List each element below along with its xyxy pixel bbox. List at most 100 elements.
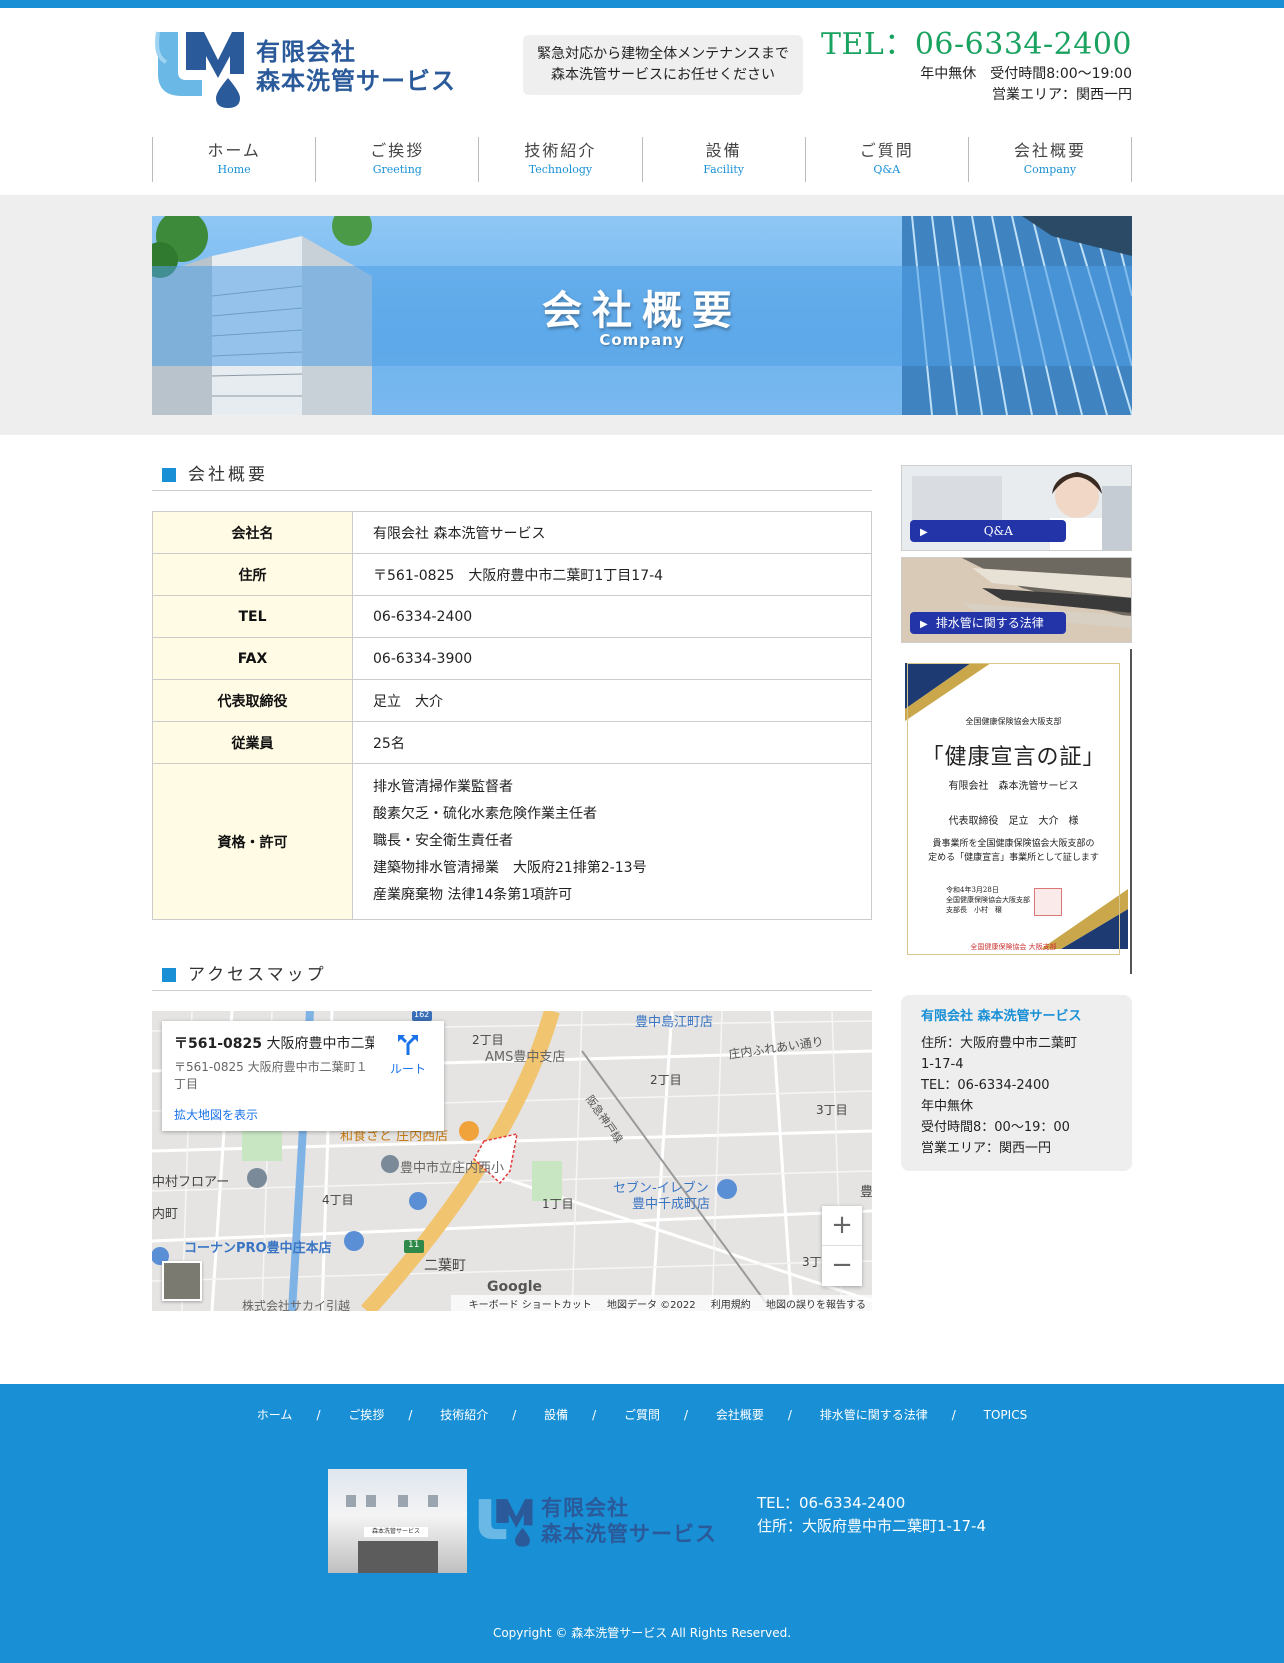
footer-separator: /	[684, 1408, 689, 1422]
terms-link[interactable]: 利用規約	[711, 1300, 751, 1311]
map-attribution: キーボード ショートカット 地図データ ©2022 利用規約 地図の誤りを報告す…	[450, 1295, 872, 1311]
row-label: 従業員	[152, 721, 353, 764]
nav-label: ホーム	[207, 141, 261, 160]
license-item: 建築物排水管清掃業 大阪府21排第2-13号	[373, 860, 647, 876]
section-title-text: アクセスマップ	[188, 965, 327, 985]
sidebar-banner-law[interactable]: ▶ 排水管に関する法律	[901, 557, 1132, 643]
header-area: 営業エリア：関西一円	[992, 87, 1132, 103]
nav-item-facility[interactable]: 設備 Facility	[641, 137, 805, 182]
footer-separator: /	[316, 1408, 321, 1422]
office-building-photo: 森本洗管サービス	[328, 1469, 467, 1573]
logo-text: 有限会社 森本洗管サービス	[256, 38, 456, 96]
nav-label: ご挨拶	[370, 141, 425, 160]
side-address-line2: 1-17-4	[921, 1057, 964, 1072]
map-label: 4丁目	[322, 1193, 354, 1207]
catchphrase-box: 緊急対応から建物全体メンテナンスまで 森本洗管サービスにお任せください	[523, 35, 803, 95]
footer-link-law[interactable]: 排水管に関する法律	[820, 1408, 928, 1422]
map-card-address: 〒561-0825 大阪府豊中市二葉町１丁目	[174, 1060, 368, 1091]
row-label: 代表取締役	[152, 679, 353, 722]
view-larger-map-link[interactable]: 拡大地図を表示	[174, 1106, 432, 1123]
footer-separator: /	[951, 1408, 956, 1422]
zoom-in-button[interactable]: +	[822, 1206, 862, 1246]
table-row: 会社名 有限会社 森本洗管サービス	[152, 511, 872, 554]
nav-label: 会社概要	[1013, 141, 1086, 160]
map-label: 株式会社サカイ引越	[242, 1299, 351, 1311]
table-row: 従業員 25名	[152, 721, 872, 764]
nav-item-company[interactable]: 会社概要 Company	[967, 137, 1133, 182]
license-item: 酸素欠乏・硫化水素危険作業主任者	[373, 806, 597, 822]
section-title-access: アクセスマップ	[152, 963, 872, 991]
map-label: 内町	[152, 1207, 179, 1222]
qa-label: Q&A	[983, 524, 1013, 538]
cert-text: 貴事業所を全国健康保険協会大阪支部の 定める「健康宣言」事業所として証します	[908, 837, 1119, 865]
map-label: 二葉町	[424, 1258, 466, 1274]
footer-logo-text: 有限会社 森本洗管サービス	[541, 1495, 717, 1547]
seal-stamp-icon	[1034, 888, 1062, 916]
footer-link-qa[interactable]: ご質問	[624, 1408, 660, 1422]
nav-sublabel: Q&A	[873, 163, 901, 176]
footer-link-greeting[interactable]: ご挨拶	[348, 1408, 384, 1422]
map-label: 2丁目	[472, 1033, 504, 1047]
cert-org: 全国健康保険協会大阪支部	[965, 717, 1062, 726]
map-label: 11	[408, 1240, 420, 1250]
map-zoom-controls: + −	[822, 1206, 862, 1286]
sidebar-company-info: 有限会社 森本洗管サービス 住所：大阪府豊中市二葉町 1-17-4 TEL：06…	[901, 995, 1132, 1171]
footer-address: 住所：大阪府豊中市二葉町1-17-4	[757, 1517, 987, 1535]
side-area: 営業エリア：関西一円	[921, 1141, 1052, 1156]
side-address-line1: 住所：大阪府豊中市二葉町	[921, 1036, 1078, 1051]
route-button[interactable]: ルート	[384, 1033, 432, 1077]
nav-item-home[interactable]: ホーム Home	[152, 137, 315, 182]
footer-link-topics[interactable]: TOPICS	[984, 1408, 1028, 1422]
footer-nav: ホーム / ご挨拶 / 技術紹介 / 設備 / ご質問 / 会社概要 / 排水管に関する法律…	[0, 1406, 1284, 1423]
section-title-text: 会社概要	[188, 465, 268, 485]
map-label: 中村フロアー	[152, 1175, 230, 1190]
logo-text-line1: 有限会社	[256, 38, 356, 66]
play-arrow-icon: ▶	[920, 619, 928, 630]
footer-link-company[interactable]: 会社概要	[716, 1408, 764, 1422]
site-logo[interactable]: 有限会社 森本洗管サービス	[152, 26, 487, 108]
side-hours: 受付時間8：00～19：00	[921, 1120, 1070, 1135]
keyboard-shortcuts-link[interactable]: キーボード ショートカット	[469, 1300, 592, 1311]
footer-logo-line1: 有限会社	[541, 1496, 629, 1520]
row-value: 足立 大介	[352, 679, 872, 722]
footer-separator: /	[787, 1408, 792, 1422]
map-label: 3丁	[802, 1255, 822, 1269]
header-tel[interactable]: TEL：06-6334-2400	[821, 26, 1132, 64]
row-value: 〒561-0825 大阪府豊中市二葉町1丁目17-4	[352, 553, 872, 596]
cert-company: 有限会社 森本洗管サービス	[948, 781, 1079, 792]
sidebar-banner-qa[interactable]: ▶ Q&A	[901, 465, 1132, 551]
nav-item-technology[interactable]: 技術紹介 Technology	[478, 137, 641, 182]
header-hours: 年中無休 受付時間8:00～19:00	[920, 66, 1132, 82]
satellite-toggle[interactable]	[162, 1261, 202, 1301]
map-label: 豊中島江町店	[635, 1015, 714, 1030]
nav-item-qa[interactable]: ご質問 Q&A	[804, 137, 968, 182]
row-value: 有限会社 森本洗管サービス	[352, 511, 872, 554]
side-company-name: 有限会社 森本洗管サービス	[921, 1009, 1082, 1024]
site-footer: ホーム / ご挨拶 / 技術紹介 / 設備 / ご質問 / 会社概要 / 排水管に関する法律…	[0, 1384, 1284, 1663]
map-card-place: 大阪府豊中市二葉...	[266, 1036, 374, 1052]
sidebar: ▶ Q&A ▶ 排水管に関する法律 全国健康保険協会大阪支部 「健康宣言の証」 …	[901, 463, 1132, 1311]
footer-logo[interactable]: 有限会社 森本洗管サービス	[475, 1493, 717, 1549]
zoom-out-button[interactable]: −	[822, 1246, 862, 1286]
google-map[interactable]: 豊中島江町店 AMS豊中支店 庄内ふれあい通り 阪急神戸線 2丁目 2丁目 3丁…	[152, 1011, 872, 1311]
cert-date: 令和4年3月28日	[946, 886, 999, 894]
footer-contact: TEL：06-6334-2400 住所：大阪府豊中市二葉町1-17-4	[757, 1492, 986, 1538]
directions-icon	[398, 1034, 418, 1055]
report-error-link[interactable]: 地図の誤りを報告する	[766, 1300, 866, 1311]
footer-tel[interactable]: TEL：06-6334-2400	[757, 1492, 986, 1515]
footer-link-facility[interactable]: 設備	[544, 1408, 568, 1422]
main-content: 会社概要 会社名 有限会社 森本洗管サービス 住所 〒561-0825 大阪府豊中市…	[152, 463, 872, 1311]
top-accent-bar	[0, 0, 1284, 8]
footer-link-home[interactable]: ホーム	[257, 1408, 293, 1422]
footer-logo-line2: 森本洗管サービス	[541, 1522, 717, 1546]
header-contact: TEL：06-6334-2400 年中無休 受付時間8:00～19:00 営業エ…	[821, 26, 1132, 106]
table-row: 住所 〒561-0825 大阪府豊中市二葉町1丁目17-4	[152, 553, 872, 596]
nav-item-greeting[interactable]: ご挨拶 Greeting	[315, 137, 478, 182]
side-tel: TEL：06-6334-2400	[921, 1078, 1050, 1093]
nav-sublabel: Company	[1023, 163, 1077, 176]
row-label: 資格・許可	[152, 763, 353, 920]
cert-issuer: 全国健康保険協会大阪支部	[946, 896, 1030, 904]
footer-link-technology[interactable]: 技術紹介	[440, 1408, 488, 1422]
cert-rep: 代表取締役 足立 大介 様	[948, 816, 1079, 827]
row-label: 住所	[152, 553, 353, 596]
